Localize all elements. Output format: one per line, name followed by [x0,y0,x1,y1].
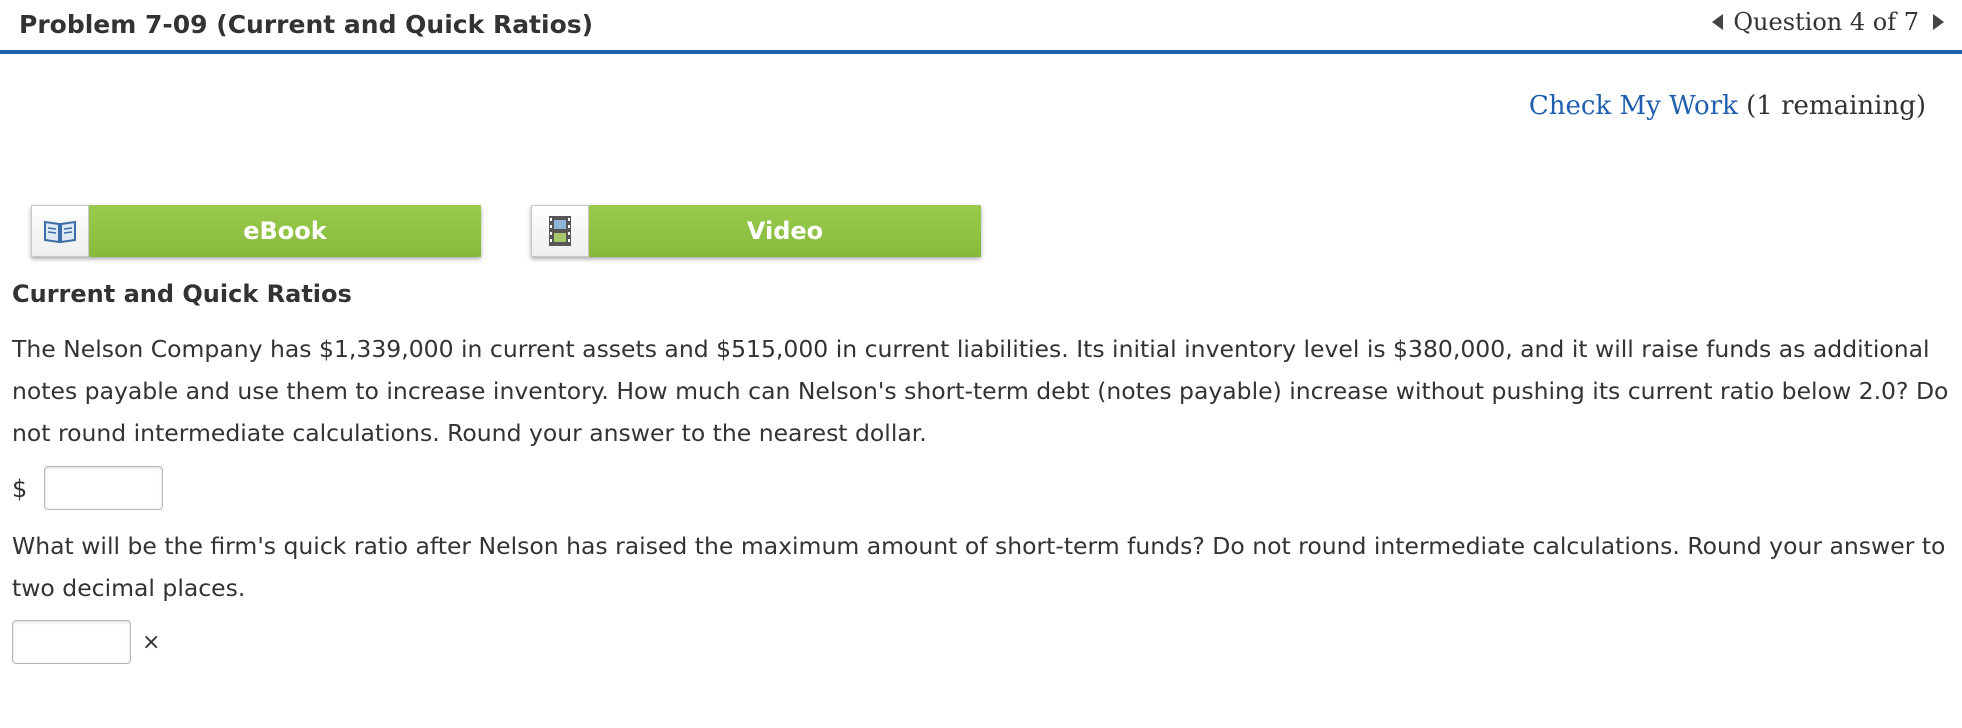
question-2-text: What will be the firm's quick ratio afte… [12,532,1946,602]
currency-symbol: $ [12,475,28,503]
ebook-button[interactable]: eBook [31,205,481,257]
question-navigation: Question 4 of 7 [1712,8,1944,36]
answer-2-input[interactable] [12,620,131,664]
video-label: Video [589,205,981,257]
video-button[interactable]: Video [531,205,981,257]
check-my-work: Check My Work (1 remaining) [1529,91,1926,121]
previous-question-icon[interactable] [1712,14,1724,30]
film-icon [531,205,589,257]
answer-1-input[interactable] [44,466,163,510]
question-counter: Question 4 of 7 [1733,8,1919,36]
book-icon [31,205,89,257]
problem-title: Problem 7-09 (Current and Quick Ratios) [19,10,594,39]
problem-header: Problem 7-09 (Current and Quick Ratios) … [0,0,1962,54]
ebook-label: eBook [89,205,481,257]
next-question-icon[interactable] [1933,14,1944,30]
check-my-work-link[interactable]: Check My Work [1529,91,1738,121]
remaining-attempts: (1 remaining) [1746,91,1926,121]
times-unit-label: × [142,630,161,655]
question-1-text: The Nelson Company has $1,339,000 in cur… [12,335,1949,447]
section-title: Current and Quick Ratios [12,280,352,308]
